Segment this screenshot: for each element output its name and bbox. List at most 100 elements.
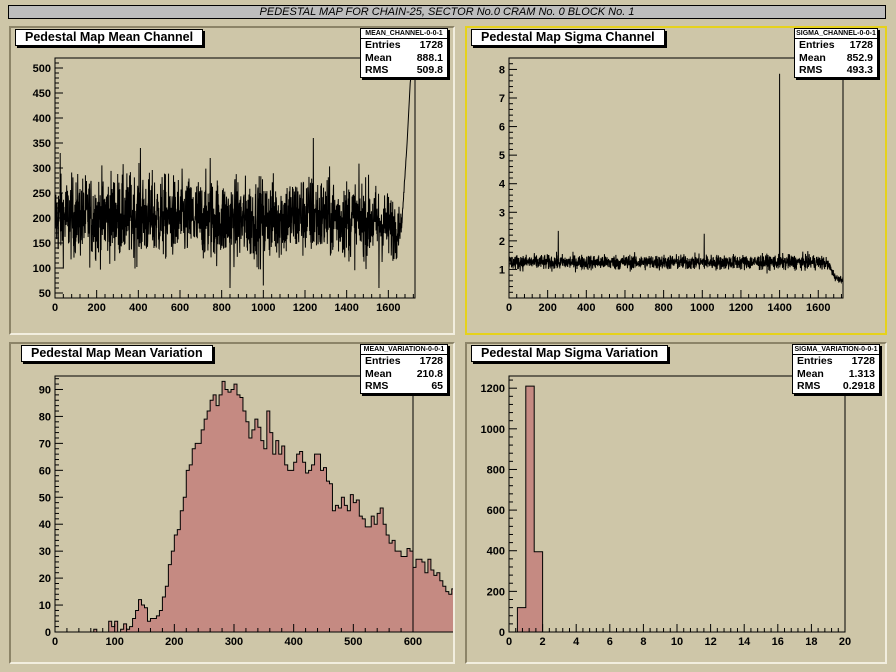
y-tick-label: 20 — [39, 573, 51, 585]
x-tick-label: 400 — [577, 302, 595, 314]
x-tick-label: 800 — [212, 302, 230, 314]
x-tick-label: 18 — [805, 636, 817, 648]
stats-row-rms: RMS 493.3 — [795, 64, 877, 77]
stats-value: 1728 — [851, 355, 875, 367]
data-line — [54, 57, 415, 289]
x-tick-label: 600 — [616, 302, 634, 314]
y-tick-label: 7 — [499, 93, 505, 105]
y-tick-label: 30 — [39, 546, 51, 558]
stats-row-mean: Mean 888.1 — [361, 52, 447, 65]
x-tick-label: 200 — [538, 302, 556, 314]
stats-name: MEAN_CHANNEL-0-0-1 — [361, 29, 447, 39]
stats-row-mean: Mean 210.8 — [361, 368, 447, 381]
x-tick-label: 1200 — [729, 302, 753, 314]
x-tick-label: 1600 — [806, 302, 830, 314]
stats-label: RMS — [365, 64, 389, 76]
x-tick-label: 800 — [654, 302, 672, 314]
y-tick-label: 50 — [39, 492, 51, 504]
stats-row-mean: Mean 1.313 — [793, 368, 879, 381]
stats-label: Mean — [365, 367, 392, 380]
x-tick-label: 300 — [225, 636, 243, 648]
y-tick-label: 400 — [487, 546, 505, 558]
y-tick-label: 800 — [487, 464, 505, 476]
stats-value: 210.8 — [416, 367, 443, 380]
y-tick-label: 1000 — [481, 424, 505, 436]
stats-box: MEAN_CHANNEL-0-0-1 Entries 1728 Mean 888.1… — [360, 28, 448, 78]
x-tick-label: 200 — [87, 302, 105, 314]
x-tick-label: 200 — [165, 636, 183, 648]
x-tick-label: 6 — [607, 636, 613, 648]
y-tick-label: 600 — [487, 505, 505, 517]
stats-label: RMS — [797, 380, 821, 392]
x-tick-label: 1600 — [376, 302, 400, 314]
y-tick-label: 1200 — [481, 383, 505, 395]
y-tick-label: 0 — [45, 627, 51, 639]
x-tick-label: 600 — [171, 302, 189, 314]
y-tick-label: 450 — [33, 88, 51, 100]
x-tick-label: 400 — [129, 302, 147, 314]
stats-row-mean: Mean 852.9 — [795, 52, 877, 65]
y-tick-label: 70 — [39, 438, 51, 450]
x-tick-label: 10 — [671, 636, 683, 648]
stats-value: 1728 — [419, 355, 443, 367]
x-tick-label: 4 — [573, 636, 580, 648]
stats-label: Entries — [365, 39, 401, 51]
x-tick-label: 16 — [772, 636, 784, 648]
stats-row-entries: Entries 1728 — [361, 355, 447, 368]
pad-mean-variation[interactable]: 0 100 200 300 400 500 600 0 10 20 30 40 50 60 70 80 90 P… — [9, 342, 455, 664]
data-line — [508, 73, 844, 285]
y-tick-label: 8 — [499, 64, 505, 76]
y-tick-label: 5 — [499, 150, 505, 162]
plot-frame — [54, 57, 416, 299]
stats-label: RMS — [365, 380, 389, 392]
y-tick-label: 150 — [33, 238, 51, 250]
y-tick-label: 250 — [33, 188, 51, 200]
stats-box: MEAN_VARIATION-0-0-1 Entries 1728 Mean 210… — [360, 344, 448, 394]
x-tick-label: 1000 — [251, 302, 275, 314]
y-tick-label: 40 — [39, 519, 51, 531]
pad-sigma-channel[interactable]: 0 200 400 600 800 1000 1200 1400 1600 1 2 3 4 5 6 7 8 Pe… — [465, 26, 887, 335]
stats-label: Entries — [365, 355, 401, 367]
x-tick-label: 14 — [738, 636, 751, 648]
stats-value: 1728 — [419, 39, 443, 51]
chart-title: Pedestal Map Sigma Variation — [471, 345, 669, 362]
y-tick-label: 500 — [33, 63, 51, 75]
y-tick-label: 60 — [39, 465, 51, 477]
stats-label: Entries — [799, 39, 835, 51]
stats-label: Mean — [799, 51, 826, 64]
stats-row-rms: RMS 65 — [361, 380, 447, 393]
stats-label: RMS — [799, 64, 823, 76]
pad-mean-channel[interactable]: 0 200 400 600 800 1000 1200 1400 1600 50 100 150 200… — [9, 26, 455, 335]
stats-row-entries: Entries 1728 — [793, 355, 879, 368]
stats-name: SIGMA_CHANNEL-0-0-1 — [795, 30, 877, 39]
y-tick-label: 80 — [39, 411, 51, 423]
y-tick-label: 300 — [33, 163, 51, 175]
x-tick-label: 1400 — [767, 302, 791, 314]
plot-frame — [508, 375, 846, 633]
y-tick-label: 200 — [33, 213, 51, 225]
stats-name: SIGMA_VARIATION-0-0-1 — [793, 346, 879, 355]
y-tick-label: 100 — [33, 263, 51, 275]
x-tick-label: 0 — [52, 636, 58, 648]
x-tick-label: 2 — [540, 636, 546, 648]
x-tick-label: 100 — [105, 636, 123, 648]
x-tick-label: 8 — [640, 636, 646, 648]
histogram-bars — [78, 380, 453, 633]
y-tick-label: 400 — [33, 113, 51, 125]
x-tick-label: 0 — [52, 302, 58, 314]
stats-value: 493.3 — [846, 64, 873, 76]
histogram-bars — [516, 385, 544, 633]
y-tick-label: 3 — [499, 207, 505, 219]
stats-label: Mean — [797, 367, 824, 380]
chart-title: Pedestal Map Sigma Channel — [471, 29, 665, 46]
x-tick-label: 500 — [344, 636, 362, 648]
stats-value: 0.2918 — [842, 380, 875, 392]
stats-value: 852.9 — [846, 51, 873, 64]
stats-value: 1.313 — [848, 367, 875, 380]
pad-sigma-variation[interactable]: 0 2 4 6 8 10 12 14 16 18 20 0 200 400 600 800 1000 1200 P… — [465, 342, 887, 664]
stats-value: 509.8 — [416, 64, 443, 76]
stats-box: SIGMA_VARIATION-0-0-1 Entries 1728 Mean 1.… — [792, 344, 880, 394]
stats-row-entries: Entries 1728 — [361, 39, 447, 52]
y-tick-label: 50 — [39, 288, 51, 300]
chart-title: Pedestal Map Mean Channel — [15, 29, 204, 46]
